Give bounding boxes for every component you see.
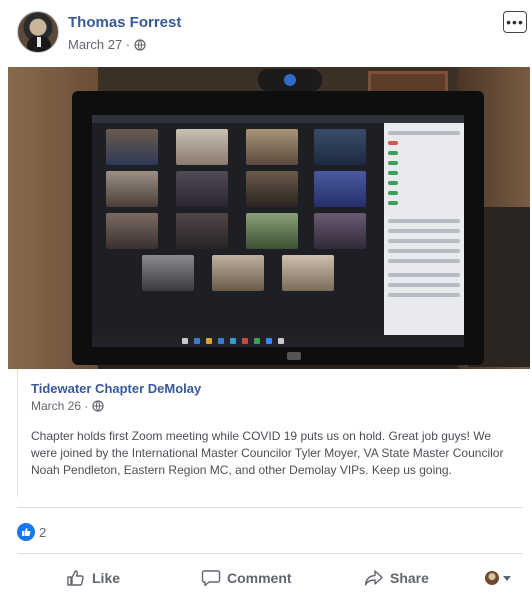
reaction-identity-selector[interactable] — [485, 571, 511, 585]
like-button[interactable]: Like — [66, 569, 120, 587]
like-label: Like — [92, 570, 121, 586]
thumbs-up-icon — [17, 523, 35, 541]
zoom-screen-in-photo — [92, 115, 464, 347]
shared-post: Tidewater Chapter DeMolay March 26 · Cha… — [17, 369, 517, 497]
post-meta: March 27 · — [68, 37, 146, 52]
webcam-in-photo — [258, 69, 322, 91]
shared-post-meta: March 26 · — [31, 399, 104, 413]
zoom-participants-panel-in-photo — [384, 123, 464, 335]
author-avatar[interactable] — [17, 11, 59, 53]
thumbs-up-outline-icon — [67, 570, 84, 586]
author-name[interactable]: Thomas Forrest — [68, 14, 181, 31]
post-photo[interactable] — [8, 67, 530, 369]
share-button[interactable]: Share — [364, 569, 429, 587]
more-options-button[interactable]: ••• — [503, 11, 527, 33]
post-date[interactable]: March 27 · — [68, 37, 130, 52]
comment-button[interactable]: Comment — [201, 569, 292, 587]
comment-icon — [201, 570, 221, 587]
shared-page-name[interactable]: Tidewater Chapter DeMolay — [31, 381, 201, 396]
share-arrow-icon — [364, 570, 383, 586]
ellipsis-icon: ••• — [506, 14, 524, 30]
divider — [17, 553, 523, 554]
reaction-count: 2 — [39, 524, 47, 540]
shared-post-text: Chapter holds first Zoom meeting while C… — [31, 429, 504, 477]
comment-label: Comment — [227, 570, 292, 586]
globe-icon — [134, 38, 146, 51]
post-actions-bar: Like Comment Share — [17, 560, 523, 596]
avatar — [485, 571, 499, 585]
shared-post-date[interactable]: March 26 · — [31, 399, 88, 413]
post-header: Thomas Forrest March 27 · ••• — [0, 0, 532, 66]
globe-icon — [92, 400, 104, 412]
chevron-down-icon — [503, 575, 511, 581]
reactions-summary[interactable]: 2 — [17, 523, 46, 541]
share-label: Share — [390, 570, 429, 586]
divider — [17, 507, 523, 508]
